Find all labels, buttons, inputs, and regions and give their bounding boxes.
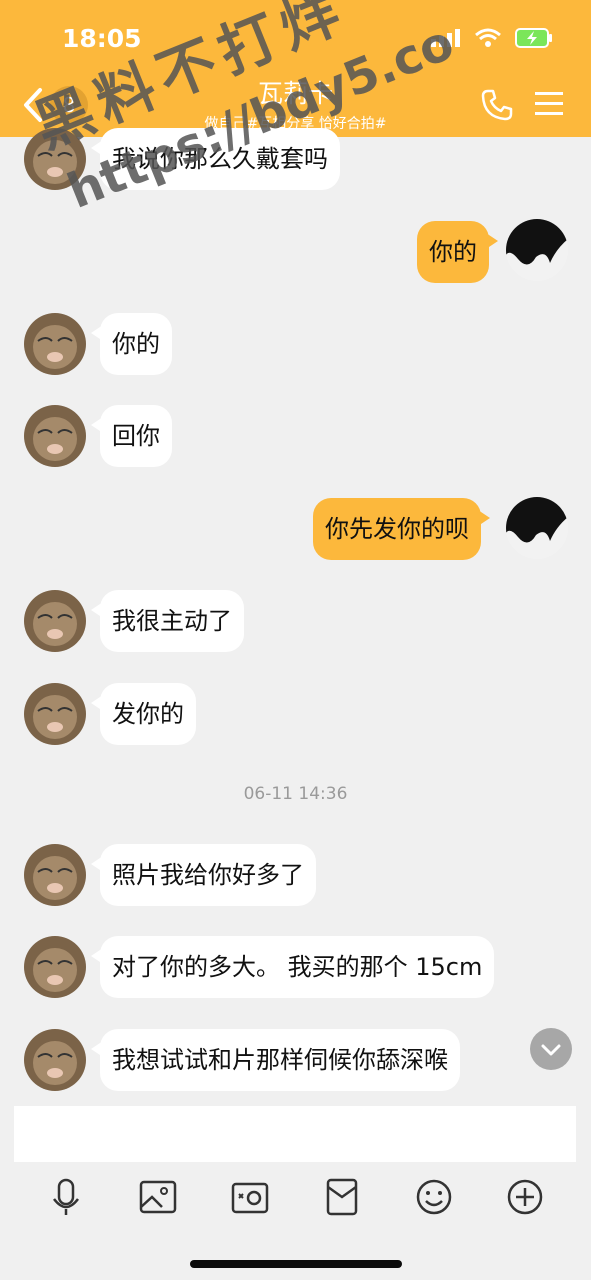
- avatar[interactable]: [24, 844, 86, 906]
- message-bubble[interactable]: 照片我给你好多了: [91, 844, 316, 906]
- avatar[interactable]: [24, 1029, 86, 1091]
- battery-icon: [515, 28, 552, 48]
- red-packet-icon[interactable]: [322, 1177, 362, 1217]
- message-input[interactable]: [14, 1106, 576, 1162]
- wifi-icon: [475, 28, 501, 47]
- image-icon[interactable]: [138, 1177, 178, 1217]
- menu-icon[interactable]: [535, 91, 563, 117]
- message-bubble[interactable]: 发你的: [91, 683, 196, 745]
- avatar[interactable]: [24, 683, 86, 745]
- message-bubble[interactable]: 回你: [91, 405, 172, 467]
- message-bubble[interactable]: 我想试试和片那样伺候你舔深喉: [91, 1029, 460, 1091]
- message-bubble[interactable]: 我很主动了: [91, 590, 244, 652]
- message-bubble[interactable]: 你的: [91, 313, 172, 375]
- microphone-icon[interactable]: [46, 1177, 86, 1217]
- chat-timestamp: 06-11 14:36: [243, 784, 348, 804]
- message-bubble[interactable]: 你先发你的呗: [313, 498, 490, 560]
- avatar[interactable]: [506, 219, 568, 281]
- camera-icon[interactable]: [230, 1177, 270, 1217]
- home-indicator: [190, 1260, 402, 1268]
- avatar[interactable]: [506, 497, 568, 559]
- emoji-icon[interactable]: [414, 1177, 454, 1217]
- plus-icon[interactable]: [505, 1177, 545, 1217]
- avatar[interactable]: [24, 405, 86, 467]
- avatar[interactable]: [24, 590, 86, 652]
- chevron-down-icon: [541, 1044, 561, 1056]
- phone-icon[interactable]: [480, 88, 514, 122]
- avatar[interactable]: [24, 936, 86, 998]
- message-bubble[interactable]: 对了你的多大。 我买的那个 15cm: [90, 936, 495, 998]
- input-toolbar: [0, 1165, 591, 1235]
- avatar[interactable]: [24, 313, 86, 375]
- scroll-down-button[interactable]: [530, 1028, 572, 1070]
- message-bubble[interactable]: 你的: [417, 221, 498, 283]
